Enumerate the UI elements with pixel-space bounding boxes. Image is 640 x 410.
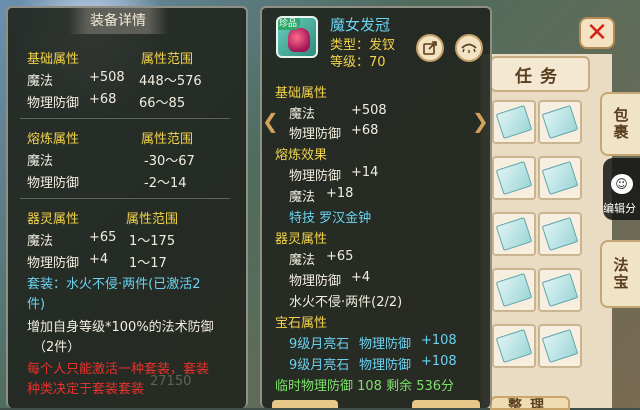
tab-bag[interactable]: 包裹 <box>600 92 640 156</box>
base-row-name: 物理防御 <box>27 96 80 111</box>
divider <box>20 198 230 199</box>
item-spirit-name: 物理防御 <box>289 274 342 289</box>
item-refine-name: 物理防御 <box>289 169 342 184</box>
share-button[interactable] <box>416 34 444 62</box>
set-effect-line: 增加自身等级*100%的法术防御 <box>27 320 214 335</box>
item-base-name: 魔法 <box>289 107 316 122</box>
item-gem-attr: 物理防御 <box>359 337 412 352</box>
inventory-slot[interactable] <box>538 212 582 256</box>
arrow-right-icon[interactable]: ❯ <box>472 110 489 132</box>
eye-icon <box>461 43 477 53</box>
refine-row-range: -2～14 <box>144 176 187 191</box>
tab-task[interactable]: 任务 <box>490 56 590 92</box>
scroll-item-icon <box>495 273 533 307</box>
inventory-slot[interactable] <box>538 156 582 200</box>
base-row-value: +508 <box>89 70 125 85</box>
item-set-line: 水火不侵·两件(2/2) <box>289 295 403 310</box>
spirit-range-header: 属性范围 <box>126 212 179 227</box>
item-temp-defense: 临时物理防御 108 剩余 536分 <box>275 379 455 394</box>
item-base-value: +508 <box>351 103 387 118</box>
face-icon: ☺ <box>610 174 633 194</box>
preview-button[interactable] <box>455 34 483 62</box>
refine-row-name: 物理防御 <box>27 176 80 191</box>
close-button[interactable]: ✕ <box>579 17 615 49</box>
set-info-line: 套装：水火不侵·两件(已激活2 <box>27 277 201 292</box>
item-refine-value: +14 <box>351 165 379 180</box>
tab-treasure[interactable]: 法宝 <box>600 240 640 308</box>
item-stunt: 特技 罗汉金钟 <box>289 211 372 226</box>
scroll-item-icon <box>541 161 579 195</box>
base-range-header: 属性范围 <box>141 52 194 67</box>
spirit-row-value: +65 <box>89 230 117 245</box>
edit-score-button[interactable]: ☺ 编辑分 <box>603 158 640 220</box>
item-gem-header: 宝石属性 <box>275 316 328 331</box>
scroll-item-icon <box>495 217 533 251</box>
item-gem-name: 9级月亮石 <box>289 337 350 352</box>
scroll-item-icon <box>495 329 533 363</box>
scroll-item-icon <box>541 217 579 251</box>
inventory-slot[interactable] <box>492 100 536 144</box>
inventory-slot[interactable] <box>492 268 536 312</box>
inventory-slot[interactable] <box>538 324 582 368</box>
item-base-header: 基础属性 <box>275 86 328 101</box>
base-row-range: 448～576 <box>139 74 202 89</box>
item-gem-attr: 物理防御 <box>359 358 412 373</box>
rarity-badge: 珍品 <box>278 18 301 30</box>
item-gem-value: +108 <box>421 354 457 369</box>
scroll-item-icon <box>541 329 579 363</box>
spirit-row-range: 1～17 <box>129 256 167 271</box>
scroll-item-icon <box>495 161 533 195</box>
scroll-item-icon <box>495 105 533 139</box>
spirit-attr-header: 器灵属性 <box>27 212 80 227</box>
scroll-item-icon <box>541 105 579 139</box>
refine-row-name: 魔法 <box>27 154 54 169</box>
edit-score-label: 编辑分 <box>603 202 636 215</box>
base-row-name: 魔法 <box>27 74 54 89</box>
item-icon: 珍品 <box>276 16 318 58</box>
refine-attr-header: 熔炼属性 <box>27 132 80 147</box>
set-info-line: 件) <box>27 297 46 312</box>
set-warning-line: 种类决定于套装套装 <box>27 382 145 397</box>
spirit-row-name: 物理防御 <box>27 256 80 271</box>
inventory-slot[interactable] <box>538 100 582 144</box>
item-spirit-value: +4 <box>351 270 371 285</box>
item-name: 魔女发冠 <box>330 16 391 34</box>
faded-score: 27150 <box>150 374 192 389</box>
action-button[interactable] <box>272 400 338 408</box>
spirit-row-range: 1～175 <box>129 234 176 249</box>
crown-icon <box>288 28 310 52</box>
close-icon: ✕ <box>586 18 608 48</box>
inventory-slot[interactable] <box>492 156 536 200</box>
item-refine-header: 熔炼效果 <box>275 148 328 163</box>
share-icon <box>423 41 437 55</box>
inventory-slot[interactable] <box>492 324 536 368</box>
set-effect-line: （2件） <box>33 340 81 355</box>
refine-row-range: -30～67 <box>144 154 195 169</box>
action-button[interactable] <box>412 400 480 408</box>
inventory-slot[interactable] <box>492 212 536 256</box>
base-attr-header: 基础属性 <box>27 52 80 67</box>
arrow-left-icon[interactable]: ❮ <box>262 110 279 132</box>
refine-range-header: 属性范围 <box>141 132 194 147</box>
inventory-slot[interactable] <box>538 268 582 312</box>
item-base-name: 物理防御 <box>289 127 342 142</box>
spirit-row-value: +4 <box>89 252 109 267</box>
item-gem-name: 9级月亮石 <box>289 358 350 373</box>
base-row-range: 66～85 <box>139 96 186 111</box>
item-spirit-header: 器灵属性 <box>275 232 328 247</box>
item-spirit-value: +65 <box>326 249 354 264</box>
scroll-item-icon <box>541 273 579 307</box>
spirit-row-name: 魔法 <box>27 234 54 249</box>
item-refine-value: +18 <box>326 186 354 201</box>
item-spirit-name: 魔法 <box>289 253 316 268</box>
divider <box>20 118 230 119</box>
panel-title: 装备详情 <box>68 8 168 34</box>
item-refine-name: 魔法 <box>289 190 316 205</box>
item-level: 等级：70 <box>330 55 386 70</box>
base-row-value: +68 <box>89 92 117 107</box>
item-gem-value: +108 <box>421 333 457 348</box>
item-base-value: +68 <box>351 123 379 138</box>
